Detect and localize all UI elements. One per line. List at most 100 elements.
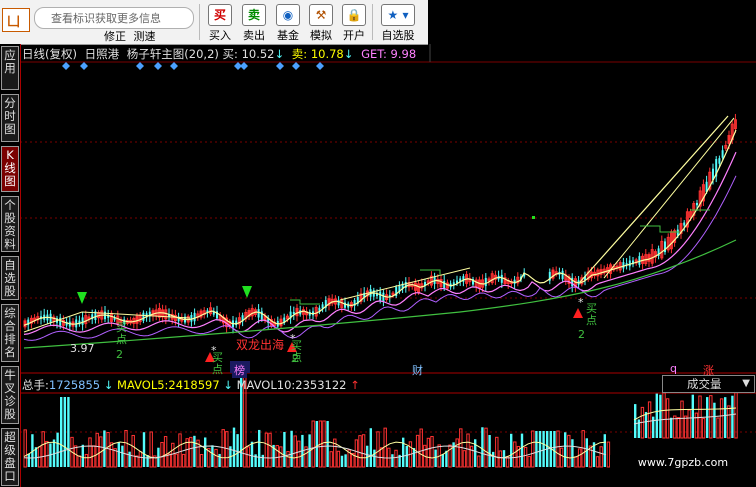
volume-bar <box>77 455 81 468</box>
volume-bar <box>283 431 286 467</box>
volume-bar <box>419 428 423 468</box>
diamond-marker <box>62 62 70 70</box>
volume-bar <box>655 393 658 438</box>
volume-bar <box>361 434 366 468</box>
volume-bar <box>502 450 506 467</box>
volume-bar <box>275 445 279 468</box>
volume-bar <box>95 432 99 468</box>
mavol10-value: 2353122 <box>295 378 347 392</box>
volume-bar <box>477 455 481 468</box>
candle-body <box>638 256 641 265</box>
volume-bar <box>585 438 588 467</box>
candle-body <box>292 311 295 315</box>
volume-bar <box>595 456 600 468</box>
volume-bar <box>383 427 387 468</box>
candle-body <box>337 299 340 306</box>
volume-bar <box>211 445 214 467</box>
volume-bar <box>434 449 437 467</box>
volume-bar <box>290 430 293 467</box>
volume-bar <box>727 405 731 439</box>
q-marker[interactable]: q <box>670 362 677 375</box>
volume-bar <box>716 417 720 439</box>
kline-chart[interactable] <box>0 0 756 487</box>
candle-body <box>622 262 625 269</box>
mavol5-value: 2418597 <box>168 378 220 392</box>
volume-bar <box>286 451 290 468</box>
volume-bar <box>713 402 716 438</box>
volume-bar <box>225 431 229 468</box>
volume-bar <box>556 430 560 468</box>
buy-point-number: 2 <box>116 348 123 361</box>
volume-bar <box>369 428 372 467</box>
sell-arrow-icon <box>242 286 252 298</box>
volume-bar <box>687 409 691 439</box>
cai-marker[interactable]: 财 <box>412 362 423 378</box>
total-volume-label: 总手: <box>22 378 49 392</box>
indicator-name[interactable]: 杨子轩主图(20,2) <box>127 47 219 61</box>
volume-bar <box>481 427 484 467</box>
volume-bar <box>670 417 673 438</box>
volume-bar <box>358 435 362 468</box>
volume-bar <box>426 437 431 468</box>
indicator-dropdown-label: 成交量 <box>687 377 722 391</box>
buy-value: 10.52 <box>241 47 275 61</box>
volume-bar <box>676 417 681 439</box>
candle-body <box>561 270 564 280</box>
volume-bar <box>462 450 467 468</box>
buy-point-label: 买点 <box>586 302 597 327</box>
ma-line-long <box>23 175 737 341</box>
volume-bar <box>250 441 254 467</box>
up-arrow-icon: ↑ <box>350 378 360 392</box>
volume-bar <box>366 445 369 467</box>
buy-label: 买: <box>222 47 238 61</box>
volume-bar <box>204 437 207 467</box>
volume-bar <box>336 450 341 468</box>
volume-bar <box>665 398 670 439</box>
buy-point-label: 买点 <box>212 351 223 376</box>
volume-bar <box>160 441 164 468</box>
volume-bar <box>67 397 70 467</box>
diamond-marker <box>136 62 144 70</box>
volume-bar <box>121 445 124 467</box>
volume-bar <box>81 444 84 467</box>
low-price-label: 3.97 <box>70 342 95 355</box>
volume-bar <box>634 404 637 438</box>
down-arrow-icon: ↓ <box>343 47 354 61</box>
ma-line-mid <box>23 151 737 335</box>
volume-bar <box>553 431 556 467</box>
candle-body <box>443 280 446 289</box>
volume-bar <box>683 415 688 439</box>
candle-body <box>257 309 260 318</box>
volume-bar <box>45 440 49 468</box>
volume-bar <box>27 453 30 467</box>
get-label: GET: <box>361 47 387 61</box>
volume-bar <box>236 434 239 467</box>
volume-bar <box>246 446 251 468</box>
volume-bar <box>329 451 333 468</box>
diamond-marker <box>240 62 248 70</box>
star-marker: * <box>578 296 584 309</box>
volume-bar <box>455 438 459 468</box>
volume-bar <box>218 453 221 467</box>
candle-body <box>382 292 385 302</box>
volume-header: 总手:1725855 ↓ MAVOL5:2418597 ↓ MAVOL10:23… <box>22 377 360 393</box>
volume-bar <box>412 448 416 467</box>
volume-bar <box>261 454 264 467</box>
volume-bar <box>354 439 359 468</box>
bang-marker[interactable]: 榜 <box>232 362 247 378</box>
volume-bar <box>538 431 542 467</box>
diamond-marker <box>276 62 284 70</box>
volume-bar <box>567 434 571 468</box>
candle-body <box>718 158 721 164</box>
candle-body <box>235 320 238 326</box>
mavol10-line <box>23 445 607 459</box>
volume-bar <box>56 432 59 467</box>
mavol10-label: MAVOL10: <box>236 378 296 392</box>
down-arrow-icon: ↓ <box>274 47 285 61</box>
dropdown-arrow-icon: ▼ <box>742 378 750 389</box>
volume-bar <box>652 416 655 438</box>
indicator-dropdown[interactable]: 成交量 ▼ <box>662 375 755 393</box>
period-label[interactable]: 日线(复权) <box>22 47 77 61</box>
volume-bar <box>84 453 89 468</box>
total-volume-value: 1725855 <box>48 378 101 392</box>
